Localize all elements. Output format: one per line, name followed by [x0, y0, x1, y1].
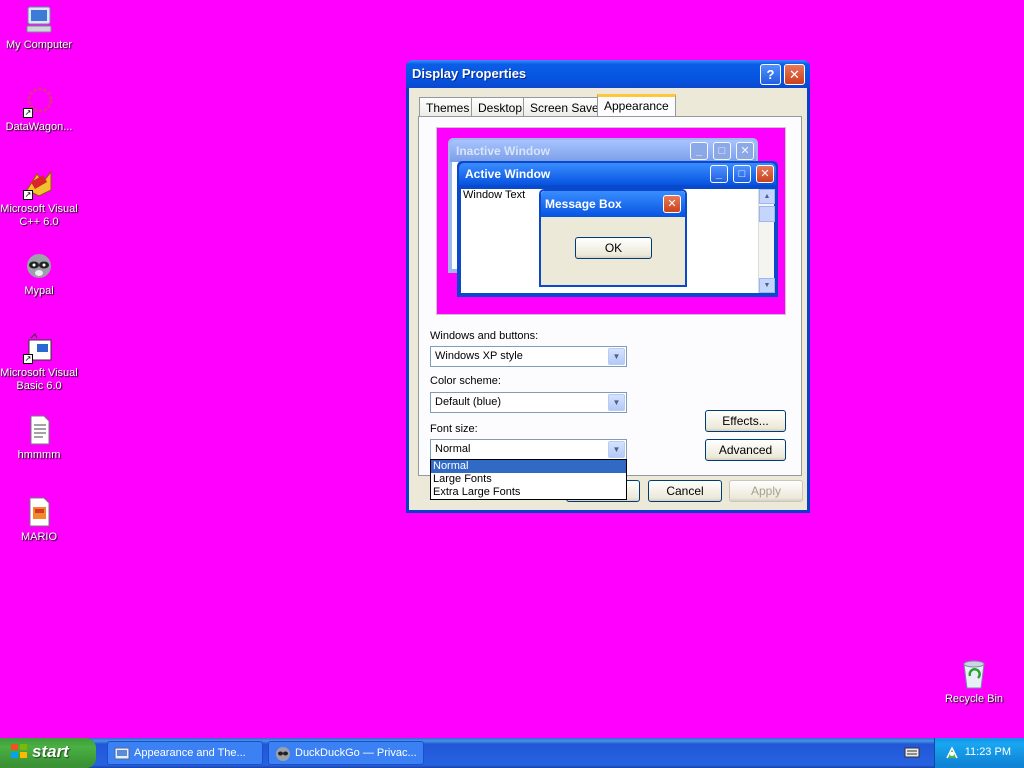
maximize-icon: □ — [713, 142, 731, 160]
keyboard-icon[interactable] — [904, 745, 920, 759]
desktop-icon-label: hmmmm — [17, 449, 61, 461]
scroll-thumb — [759, 206, 775, 222]
windows-and-buttons-select[interactable]: Windows XP style ▼ — [430, 346, 627, 367]
preview-active-window: Active Window _ □ ✕ Window Text ▲ ▼ Mess… — [457, 161, 778, 297]
desktop-icon-datawagon[interactable]: ↗ DataWagon... — [0, 86, 78, 134]
windows-and-buttons-value: Windows XP style — [435, 350, 523, 362]
cancel-button[interactable]: Cancel — [648, 480, 722, 502]
visual-cpp-icon: ↗ — [23, 168, 55, 200]
advanced-button[interactable]: Advanced — [705, 439, 786, 461]
tab-appearance[interactable]: Appearance — [597, 94, 676, 118]
chevron-down-icon[interactable]: ▼ — [608, 348, 625, 365]
preview-window-text: Window Text — [463, 189, 526, 201]
desktop-icon-my-computer[interactable]: My Computer — [0, 4, 78, 52]
desktop-icon-label: Microsoft Visual Basic 6.0 — [0, 367, 78, 392]
maximize-icon: □ — [733, 165, 751, 183]
close-icon: ✕ — [736, 142, 754, 160]
windows-and-buttons-label: Windows and buttons: — [430, 330, 539, 342]
desktop-icon-label: MARIO — [20, 531, 58, 543]
recycle-bin-icon — [958, 658, 990, 690]
chevron-down-icon[interactable]: ▼ — [608, 441, 625, 458]
tab-themes[interactable]: Themes — [419, 97, 477, 117]
color-scheme-label: Color scheme: — [430, 375, 501, 387]
desktop-icon-label: Recycle Bin — [944, 693, 1004, 705]
desktop-icon-visual-basic[interactable]: ↗ Microsoft Visual Basic 6.0 — [0, 332, 78, 393]
taskbar: start Appearance and The... DuckDuckGo —… — [0, 738, 1024, 768]
desktop-icon-label: My Computer — [5, 39, 73, 51]
desktop-icon-visual-cpp[interactable]: ↗ Microsoft Visual C++ 6.0 — [0, 168, 78, 229]
font-size-value: Normal — [435, 443, 471, 455]
taskbar-item-label: DuckDuckGo — Privac... — [295, 747, 417, 759]
desktop-icon-mario[interactable]: MARIO — [0, 496, 78, 544]
color-scheme-value: Default (blue) — [435, 396, 502, 408]
preview-inactive-title: Inactive Window — [450, 140, 756, 162]
close-icon: ✕ — [663, 195, 681, 213]
font-size-option[interactable]: Extra Large Fonts — [431, 486, 626, 499]
desktop-icon-label: DataWagon... — [5, 121, 73, 133]
effects-button[interactable]: Effects... — [705, 410, 786, 432]
tab-desktop[interactable]: Desktop — [471, 97, 530, 117]
control-panel-icon — [114, 746, 130, 762]
start-label: start — [32, 742, 69, 761]
display-properties-dialog: Display Properties ? ✕ Themes Desktop Sc… — [406, 60, 810, 513]
minimize-icon: _ — [710, 165, 728, 183]
start-button[interactable]: start — [0, 738, 96, 768]
text-file-icon — [23, 414, 55, 446]
dialog-titlebar[interactable]: Display Properties ? ✕ — [406, 60, 810, 88]
taskbar-item-label: Appearance and The... — [134, 747, 246, 759]
chevron-down-icon[interactable]: ▼ — [608, 394, 625, 411]
raccoon-icon — [23, 250, 55, 282]
color-scheme-select[interactable]: Default (blue) ▼ — [430, 392, 627, 413]
preview-active-title: Active Window — [459, 163, 776, 185]
close-button[interactable]: ✕ — [784, 64, 805, 85]
scroll-up-icon: ▲ — [759, 189, 775, 204]
desktop-icon-hmmmm[interactable]: hmmmm — [0, 414, 78, 462]
windows-logo-icon — [10, 743, 28, 759]
preview-ok-button: OK — [575, 237, 652, 259]
font-size-select[interactable]: Normal ▼ — [430, 439, 627, 460]
font-size-dropdown-list: Normal Large Fonts Extra Large Fonts — [430, 459, 627, 500]
desktop-icon-label: Mypal — [24, 285, 54, 297]
desktop-icon-mypal[interactable]: Mypal — [0, 250, 78, 298]
taskbar-item-duckduckgo[interactable]: DuckDuckGo — Privac... — [268, 741, 424, 765]
desktop-icon-recycle-bin[interactable]: Recycle Bin — [935, 658, 1013, 706]
system-tray: 11:23 PM — [934, 738, 1024, 768]
minimize-icon: _ — [690, 142, 708, 160]
appearance-preview: Inactive Window _ □ ✕ Active Window _ □ … — [436, 127, 786, 315]
visual-basic-icon: ↗ — [23, 332, 55, 364]
scroll-down-icon: ▼ — [759, 278, 775, 293]
apply-button[interactable]: Apply — [729, 480, 803, 502]
font-size-option[interactable]: Normal — [431, 460, 626, 473]
appearance-panel: Inactive Window _ □ ✕ Active Window _ □ … — [418, 116, 802, 476]
font-size-label: Font size: — [430, 423, 478, 435]
help-button[interactable]: ? — [760, 64, 781, 85]
preview-message-box: Message Box ✕ OK — [539, 189, 687, 287]
preview-scrollbar: ▲ ▼ — [758, 189, 775, 293]
raccoon-icon — [275, 746, 291, 762]
shortcut-icon: ↗ — [23, 86, 55, 118]
close-icon: ✕ — [756, 165, 774, 183]
image-file-icon — [23, 496, 55, 528]
clock[interactable]: 11:23 PM — [965, 746, 1011, 758]
network-icon[interactable] — [944, 745, 960, 761]
desktop-icon-label: Microsoft Visual C++ 6.0 — [0, 203, 78, 228]
taskbar-item-appearance[interactable]: Appearance and The... — [107, 741, 263, 765]
dialog-title: Display Properties — [412, 66, 527, 81]
font-size-option[interactable]: Large Fonts — [431, 473, 626, 486]
computer-icon — [23, 4, 55, 36]
